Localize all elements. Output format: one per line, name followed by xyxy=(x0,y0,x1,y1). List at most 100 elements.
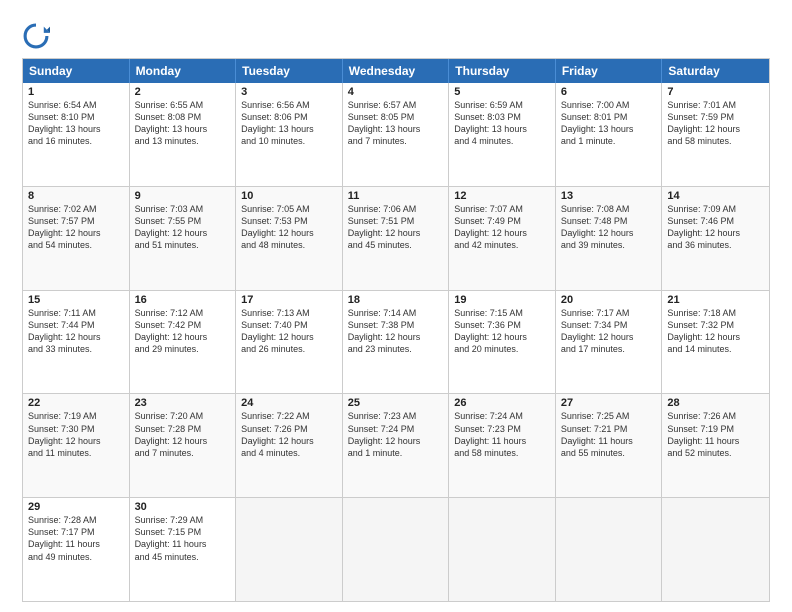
cell-details: Sunrise: 7:03 AM Sunset: 7:55 PM Dayligh… xyxy=(135,203,231,252)
day-number: 11 xyxy=(348,190,444,202)
cell-details: Sunrise: 6:57 AM Sunset: 8:05 PM Dayligh… xyxy=(348,99,444,148)
day-number: 28 xyxy=(667,397,764,409)
day-number: 29 xyxy=(28,501,124,513)
day-number: 6 xyxy=(561,86,657,98)
calendar-cell: 20Sunrise: 7:17 AM Sunset: 7:34 PM Dayli… xyxy=(556,291,663,394)
cell-details: Sunrise: 7:13 AM Sunset: 7:40 PM Dayligh… xyxy=(241,307,337,356)
calendar-cell: 2Sunrise: 6:55 AM Sunset: 8:08 PM Daylig… xyxy=(130,83,237,186)
day-number: 12 xyxy=(454,190,550,202)
cell-details: Sunrise: 6:56 AM Sunset: 8:06 PM Dayligh… xyxy=(241,99,337,148)
cell-details: Sunrise: 7:17 AM Sunset: 7:34 PM Dayligh… xyxy=(561,307,657,356)
calendar-cell: 21Sunrise: 7:18 AM Sunset: 7:32 PM Dayli… xyxy=(662,291,769,394)
day-number: 10 xyxy=(241,190,337,202)
day-number: 8 xyxy=(28,190,124,202)
calendar-cell: 13Sunrise: 7:08 AM Sunset: 7:48 PM Dayli… xyxy=(556,187,663,290)
header xyxy=(22,18,770,50)
cell-details: Sunrise: 6:54 AM Sunset: 8:10 PM Dayligh… xyxy=(28,99,124,148)
calendar-cell: 4Sunrise: 6:57 AM Sunset: 8:05 PM Daylig… xyxy=(343,83,450,186)
header-day-saturday: Saturday xyxy=(662,59,769,83)
cell-details: Sunrise: 7:12 AM Sunset: 7:42 PM Dayligh… xyxy=(135,307,231,356)
day-number: 3 xyxy=(241,86,337,98)
calendar-cell: 24Sunrise: 7:22 AM Sunset: 7:26 PM Dayli… xyxy=(236,394,343,497)
calendar: SundayMondayTuesdayWednesdayThursdayFrid… xyxy=(22,58,770,602)
calendar-cell xyxy=(449,498,556,601)
header-day-tuesday: Tuesday xyxy=(236,59,343,83)
calendar-cell: 18Sunrise: 7:14 AM Sunset: 7:38 PM Dayli… xyxy=(343,291,450,394)
calendar-cell xyxy=(343,498,450,601)
day-number: 30 xyxy=(135,501,231,513)
cell-details: Sunrise: 7:14 AM Sunset: 7:38 PM Dayligh… xyxy=(348,307,444,356)
calendar-cell: 27Sunrise: 7:25 AM Sunset: 7:21 PM Dayli… xyxy=(556,394,663,497)
day-number: 24 xyxy=(241,397,337,409)
calendar-cell xyxy=(556,498,663,601)
day-number: 14 xyxy=(667,190,764,202)
calendar-cell: 12Sunrise: 7:07 AM Sunset: 7:49 PM Dayli… xyxy=(449,187,556,290)
calendar-week-2: 8Sunrise: 7:02 AM Sunset: 7:57 PM Daylig… xyxy=(23,187,769,291)
cell-details: Sunrise: 7:11 AM Sunset: 7:44 PM Dayligh… xyxy=(28,307,124,356)
calendar-week-3: 15Sunrise: 7:11 AM Sunset: 7:44 PM Dayli… xyxy=(23,291,769,395)
cell-details: Sunrise: 7:24 AM Sunset: 7:23 PM Dayligh… xyxy=(454,410,550,459)
calendar-cell: 30Sunrise: 7:29 AM Sunset: 7:15 PM Dayli… xyxy=(130,498,237,601)
cell-details: Sunrise: 7:22 AM Sunset: 7:26 PM Dayligh… xyxy=(241,410,337,459)
cell-details: Sunrise: 7:19 AM Sunset: 7:30 PM Dayligh… xyxy=(28,410,124,459)
day-number: 5 xyxy=(454,86,550,98)
day-number: 9 xyxy=(135,190,231,202)
calendar-cell: 9Sunrise: 7:03 AM Sunset: 7:55 PM Daylig… xyxy=(130,187,237,290)
header-day-monday: Monday xyxy=(130,59,237,83)
calendar-cell: 3Sunrise: 6:56 AM Sunset: 8:06 PM Daylig… xyxy=(236,83,343,186)
day-number: 25 xyxy=(348,397,444,409)
header-day-wednesday: Wednesday xyxy=(343,59,450,83)
calendar-cell: 8Sunrise: 7:02 AM Sunset: 7:57 PM Daylig… xyxy=(23,187,130,290)
day-number: 22 xyxy=(28,397,124,409)
day-number: 16 xyxy=(135,294,231,306)
cell-details: Sunrise: 7:28 AM Sunset: 7:17 PM Dayligh… xyxy=(28,514,124,563)
cell-details: Sunrise: 7:02 AM Sunset: 7:57 PM Dayligh… xyxy=(28,203,124,252)
calendar-cell: 5Sunrise: 6:59 AM Sunset: 8:03 PM Daylig… xyxy=(449,83,556,186)
calendar-cell xyxy=(236,498,343,601)
day-number: 15 xyxy=(28,294,124,306)
day-number: 27 xyxy=(561,397,657,409)
calendar-body: 1Sunrise: 6:54 AM Sunset: 8:10 PM Daylig… xyxy=(23,83,769,601)
cell-details: Sunrise: 7:29 AM Sunset: 7:15 PM Dayligh… xyxy=(135,514,231,563)
day-number: 4 xyxy=(348,86,444,98)
cell-details: Sunrise: 7:20 AM Sunset: 7:28 PM Dayligh… xyxy=(135,410,231,459)
calendar-cell: 28Sunrise: 7:26 AM Sunset: 7:19 PM Dayli… xyxy=(662,394,769,497)
cell-details: Sunrise: 7:15 AM Sunset: 7:36 PM Dayligh… xyxy=(454,307,550,356)
day-number: 20 xyxy=(561,294,657,306)
cell-details: Sunrise: 7:00 AM Sunset: 8:01 PM Dayligh… xyxy=(561,99,657,148)
logo-icon xyxy=(22,22,50,50)
day-number: 13 xyxy=(561,190,657,202)
cell-details: Sunrise: 7:23 AM Sunset: 7:24 PM Dayligh… xyxy=(348,410,444,459)
header-day-friday: Friday xyxy=(556,59,663,83)
cell-details: Sunrise: 7:05 AM Sunset: 7:53 PM Dayligh… xyxy=(241,203,337,252)
calendar-cell: 11Sunrise: 7:06 AM Sunset: 7:51 PM Dayli… xyxy=(343,187,450,290)
logo xyxy=(22,22,54,50)
calendar-week-1: 1Sunrise: 6:54 AM Sunset: 8:10 PM Daylig… xyxy=(23,83,769,187)
day-number: 21 xyxy=(667,294,764,306)
calendar-cell: 15Sunrise: 7:11 AM Sunset: 7:44 PM Dayli… xyxy=(23,291,130,394)
day-number: 26 xyxy=(454,397,550,409)
calendar-week-5: 29Sunrise: 7:28 AM Sunset: 7:17 PM Dayli… xyxy=(23,498,769,601)
calendar-cell: 17Sunrise: 7:13 AM Sunset: 7:40 PM Dayli… xyxy=(236,291,343,394)
calendar-cell: 26Sunrise: 7:24 AM Sunset: 7:23 PM Dayli… xyxy=(449,394,556,497)
day-number: 18 xyxy=(348,294,444,306)
day-number: 23 xyxy=(135,397,231,409)
calendar-cell: 1Sunrise: 6:54 AM Sunset: 8:10 PM Daylig… xyxy=(23,83,130,186)
cell-details: Sunrise: 7:08 AM Sunset: 7:48 PM Dayligh… xyxy=(561,203,657,252)
calendar-cell: 6Sunrise: 7:00 AM Sunset: 8:01 PM Daylig… xyxy=(556,83,663,186)
cell-details: Sunrise: 7:25 AM Sunset: 7:21 PM Dayligh… xyxy=(561,410,657,459)
page: SundayMondayTuesdayWednesdayThursdayFrid… xyxy=(0,0,792,612)
day-number: 17 xyxy=(241,294,337,306)
calendar-cell: 10Sunrise: 7:05 AM Sunset: 7:53 PM Dayli… xyxy=(236,187,343,290)
cell-details: Sunrise: 6:55 AM Sunset: 8:08 PM Dayligh… xyxy=(135,99,231,148)
calendar-cell: 16Sunrise: 7:12 AM Sunset: 7:42 PM Dayli… xyxy=(130,291,237,394)
calendar-cell: 22Sunrise: 7:19 AM Sunset: 7:30 PM Dayli… xyxy=(23,394,130,497)
cell-details: Sunrise: 7:09 AM Sunset: 7:46 PM Dayligh… xyxy=(667,203,764,252)
cell-details: Sunrise: 7:07 AM Sunset: 7:49 PM Dayligh… xyxy=(454,203,550,252)
calendar-cell: 25Sunrise: 7:23 AM Sunset: 7:24 PM Dayli… xyxy=(343,394,450,497)
calendar-cell xyxy=(662,498,769,601)
header-day-sunday: Sunday xyxy=(23,59,130,83)
day-number: 7 xyxy=(667,86,764,98)
cell-details: Sunrise: 7:18 AM Sunset: 7:32 PM Dayligh… xyxy=(667,307,764,356)
day-number: 2 xyxy=(135,86,231,98)
